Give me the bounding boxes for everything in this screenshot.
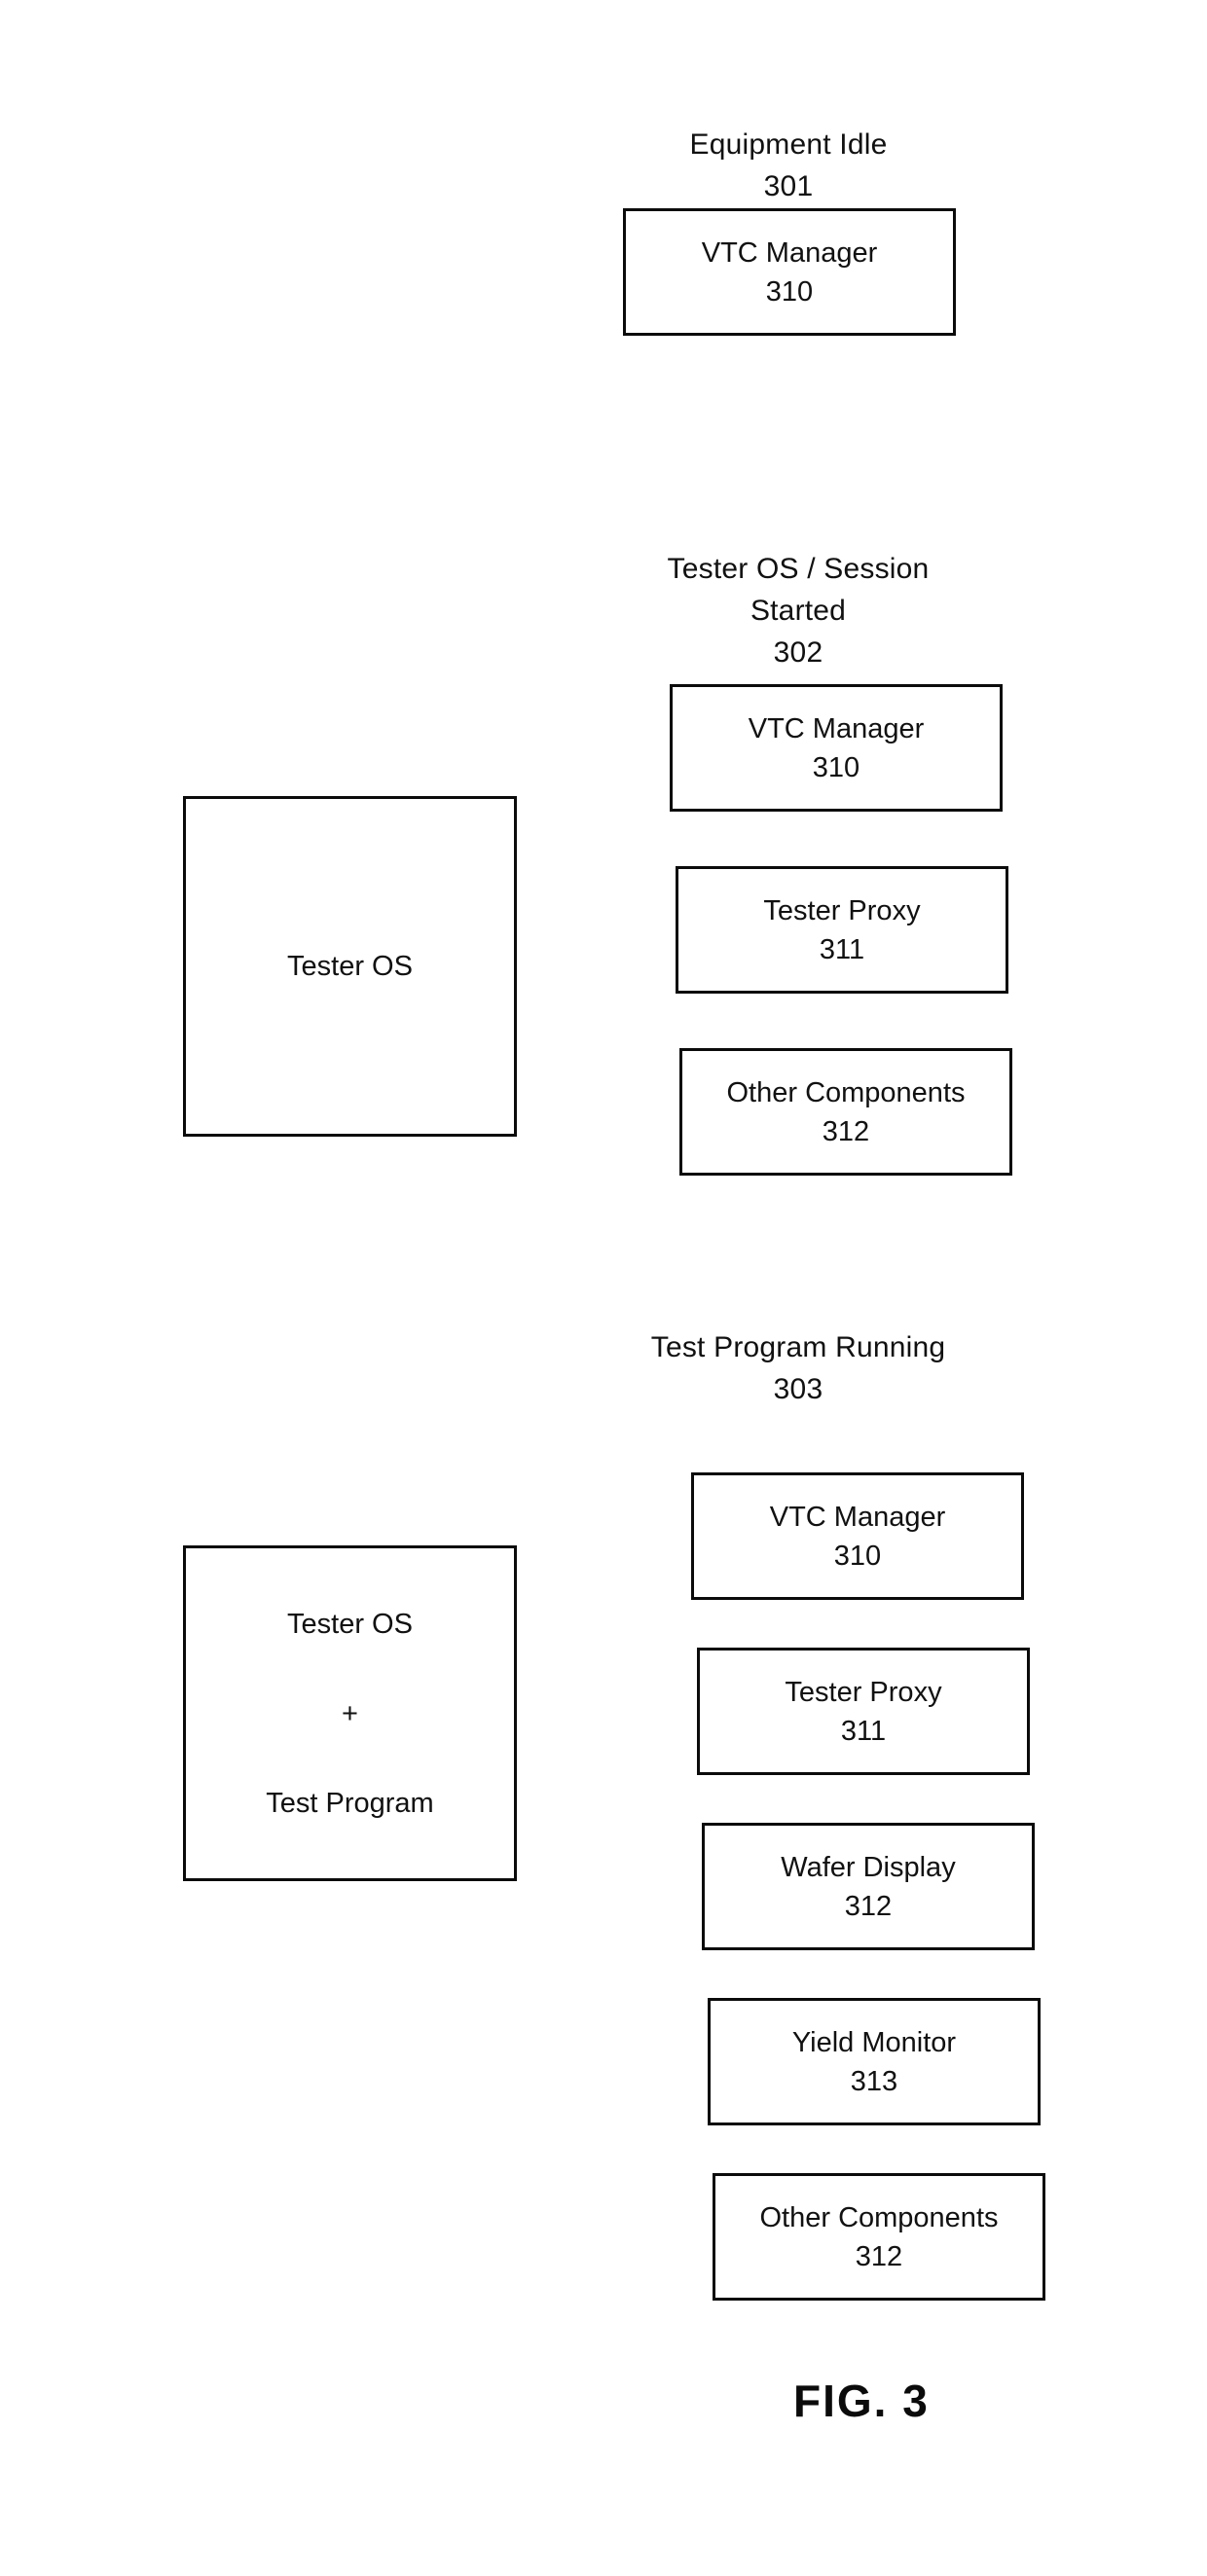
bigbox-line1: Tester OS xyxy=(287,1608,413,1640)
box-title: Yield Monitor xyxy=(791,2026,957,2058)
box-title: VTC Manager xyxy=(769,1501,946,1533)
box-wafer-display-303[interactable]: Wafer Display 312 xyxy=(702,1823,1035,1950)
bigbox-line1: Tester OS xyxy=(287,951,413,982)
box-other-components-302[interactable]: Other Components 312 xyxy=(679,1048,1012,1176)
box-title: Other Components xyxy=(759,2201,999,2233)
box-yield-monitor-303[interactable]: Yield Monitor 313 xyxy=(708,1998,1041,2125)
bigbox-plus-symbol: + xyxy=(342,1697,358,1729)
caption-ref-303: 303 xyxy=(773,1373,823,1405)
box-title: Tester Proxy xyxy=(763,894,921,926)
caption-ref-302: 302 xyxy=(773,636,823,669)
caption-title-303: Test Program Running xyxy=(650,1331,946,1363)
patent-figure-page: Equipment Idle 301 VTC Manager 310 Teste… xyxy=(0,0,1207,2576)
caption-title-301: Equipment Idle xyxy=(689,128,888,161)
box-ref: 312 xyxy=(844,1890,893,1922)
box-ref: 312 xyxy=(855,2240,903,2272)
box-other-components-303[interactable]: Other Components 312 xyxy=(713,2173,1045,2301)
box-title: VTC Manager xyxy=(701,236,878,269)
section-caption-301: Equipment Idle 301 xyxy=(594,82,983,207)
figure-label: FIG. 3 xyxy=(793,2376,930,2426)
box-title: VTC Manager xyxy=(748,712,925,744)
bigbox-line3: Test Program xyxy=(266,1787,434,1819)
box-tester-proxy-303[interactable]: Tester Proxy 311 xyxy=(697,1648,1030,1775)
section-caption-303: Test Program Running 303 xyxy=(594,1285,1003,1410)
caption-ref-301: 301 xyxy=(763,170,814,202)
box-tester-os-test-program-303[interactable]: Tester OS + Test Program xyxy=(183,1545,517,1881)
box-ref: 310 xyxy=(765,275,814,308)
box-title: Wafer Display xyxy=(781,1851,956,1883)
box-title: Tester Proxy xyxy=(785,1676,942,1708)
box-tester-os-302[interactable]: Tester OS xyxy=(183,796,517,1137)
box-vtc-manager-301[interactable]: VTC Manager 310 xyxy=(623,208,956,336)
box-ref: 312 xyxy=(822,1115,870,1147)
box-vtc-manager-302[interactable]: VTC Manager 310 xyxy=(670,684,1003,812)
box-ref: 311 xyxy=(840,1715,887,1747)
box-tester-proxy-302[interactable]: Tester Proxy 311 xyxy=(676,866,1008,994)
box-ref: 310 xyxy=(812,751,860,783)
box-vtc-manager-303[interactable]: VTC Manager 310 xyxy=(691,1472,1024,1600)
box-ref: 310 xyxy=(833,1540,882,1572)
box-title: Other Components xyxy=(726,1076,966,1108)
caption-title-302-line1: Tester OS / Session xyxy=(667,553,930,585)
box-ref: 313 xyxy=(850,2065,898,2097)
box-ref: 311 xyxy=(819,933,865,965)
section-caption-302: Tester OS / Session Started 302 xyxy=(604,506,993,673)
caption-title-302-line2: Started xyxy=(750,595,847,627)
